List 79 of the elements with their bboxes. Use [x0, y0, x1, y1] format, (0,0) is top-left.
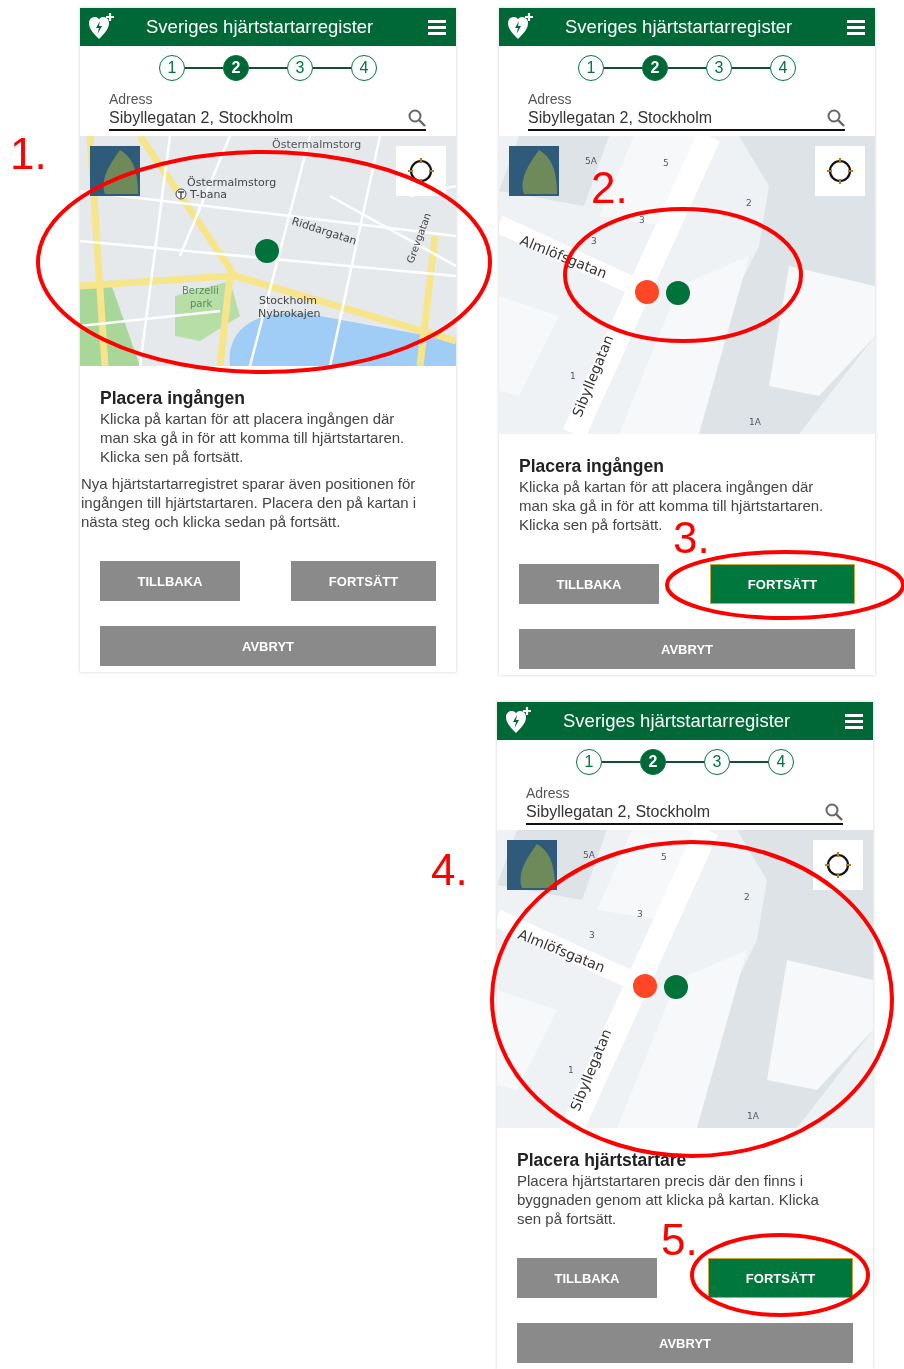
info-text: Nya hjärtstartarregistret sparar även positionen för ingången till hjärtstartaren. Placera den på kartan i nästa steg och klicka sedan på fortsätt.: [81, 474, 418, 531]
street-label: Östermalmstorg: [187, 176, 277, 189]
app-title: Sveriges hjärtstartarregister: [564, 16, 794, 38]
app-title: Sveriges hjärtstartarregister: [562, 710, 792, 732]
cancel-button[interactable]: AVBRYT: [519, 629, 855, 669]
address-field[interactable]: Sibyllegatan 2, Stockholm: [526, 801, 843, 825]
street-label: 1A: [747, 1111, 759, 1121]
field-label: Adress: [109, 91, 154, 107]
search-icon[interactable]: [827, 109, 845, 127]
menu-icon[interactable]: [847, 19, 865, 35]
street-label: Nybrokajen: [258, 307, 321, 320]
instruction-text: Klicka på kartan för att placera ingången där man ska gå in för att komma till hjärtstartaren. Klicka sen på fortsätt.: [100, 409, 406, 466]
street-label: 5: [663, 158, 669, 168]
address-field[interactable]: Sibyllegatan 2, Stockholm: [109, 107, 426, 131]
heart-logo-icon: [88, 13, 114, 41]
street-label: Berzelii: [182, 285, 219, 296]
map-marker[interactable]: [666, 281, 690, 305]
locate-button[interactable]: [813, 840, 863, 890]
satellite-thumbnail[interactable]: [509, 146, 559, 196]
section-heading: Placera hjärtstartare: [517, 1149, 688, 1171]
field-label: Adress: [526, 785, 571, 801]
cancel-button[interactable]: AVBRYT: [100, 626, 436, 666]
street-label: Östermalmstorg: [272, 138, 362, 151]
back-button[interactable]: TILLBAKA: [100, 561, 240, 601]
street-label: 1A: [749, 417, 761, 427]
map-marker[interactable]: [635, 280, 659, 304]
menu-icon[interactable]: [428, 19, 446, 35]
map-marker[interactable]: [633, 974, 657, 998]
step-indicator[interactable]: 2: [223, 55, 249, 81]
cancel-button[interactable]: AVBRYT: [517, 1323, 853, 1363]
satellite-thumbnail[interactable]: [507, 840, 557, 890]
locate-button[interactable]: [396, 146, 446, 196]
step-indicator[interactable]: 4: [770, 55, 796, 81]
step-indicator[interactable]: 1: [159, 55, 185, 81]
street-label: Stockholm: [259, 294, 317, 307]
street-label: 5A: [583, 850, 595, 860]
step-indicator[interactable]: 3: [287, 55, 313, 81]
annotation-number: 4.: [431, 848, 468, 892]
step-indicator[interactable]: 2: [642, 55, 668, 81]
section-heading: Placera ingången: [519, 455, 665, 477]
locate-button[interactable]: [815, 146, 865, 196]
continue-button[interactable]: FORTSÄTT: [708, 1258, 853, 1298]
step-indicator[interactable]: 4: [768, 749, 794, 775]
annotation-number: 2.: [591, 166, 628, 210]
street-label: T-bana: [190, 188, 228, 201]
step-indicator[interactable]: 2: [640, 749, 666, 775]
menu-icon[interactable]: [845, 713, 863, 729]
street-label: 5A: [585, 156, 597, 166]
back-button[interactable]: TILLBAKA: [519, 564, 659, 604]
heart-logo-icon: [505, 707, 531, 735]
step-indicator[interactable]: 4: [351, 55, 377, 81]
map-marker[interactable]: [255, 239, 279, 263]
search-icon[interactable]: [825, 803, 843, 821]
street-label: 3: [637, 909, 643, 919]
address-field[interactable]: Sibyllegatan 2, Stockholm: [528, 107, 845, 131]
map-background[interactable]: [499, 136, 875, 434]
map-marker[interactable]: [664, 975, 688, 999]
back-button[interactable]: TILLBAKA: [517, 1258, 657, 1298]
continue-button[interactable]: FORTSÄTT: [710, 564, 855, 604]
street-label: park: [190, 298, 213, 309]
annotation-number: 1.: [10, 132, 47, 176]
app-title: Sveriges hjärtstartarregister: [145, 16, 375, 38]
section-heading: Placera ingången: [100, 387, 246, 409]
continue-button[interactable]: FORTSÄTT: [291, 561, 436, 601]
street-label: 2: [744, 892, 750, 902]
step-indicator[interactable]: 1: [576, 749, 602, 775]
map-background[interactable]: [497, 830, 873, 1128]
metro-icon: [175, 188, 187, 200]
step-indicator[interactable]: 3: [706, 55, 732, 81]
map-background[interactable]: [80, 136, 456, 366]
street-label: 2: [746, 198, 752, 208]
step-indicator[interactable]: 3: [704, 749, 730, 775]
field-label: Adress: [528, 91, 573, 107]
street-label: 3: [639, 215, 645, 225]
heart-logo-icon: [507, 13, 533, 41]
search-icon[interactable]: [408, 109, 426, 127]
satellite-thumbnail[interactable]: [90, 146, 140, 196]
street-label: 5: [661, 852, 667, 862]
step-indicator[interactable]: 1: [578, 55, 604, 81]
